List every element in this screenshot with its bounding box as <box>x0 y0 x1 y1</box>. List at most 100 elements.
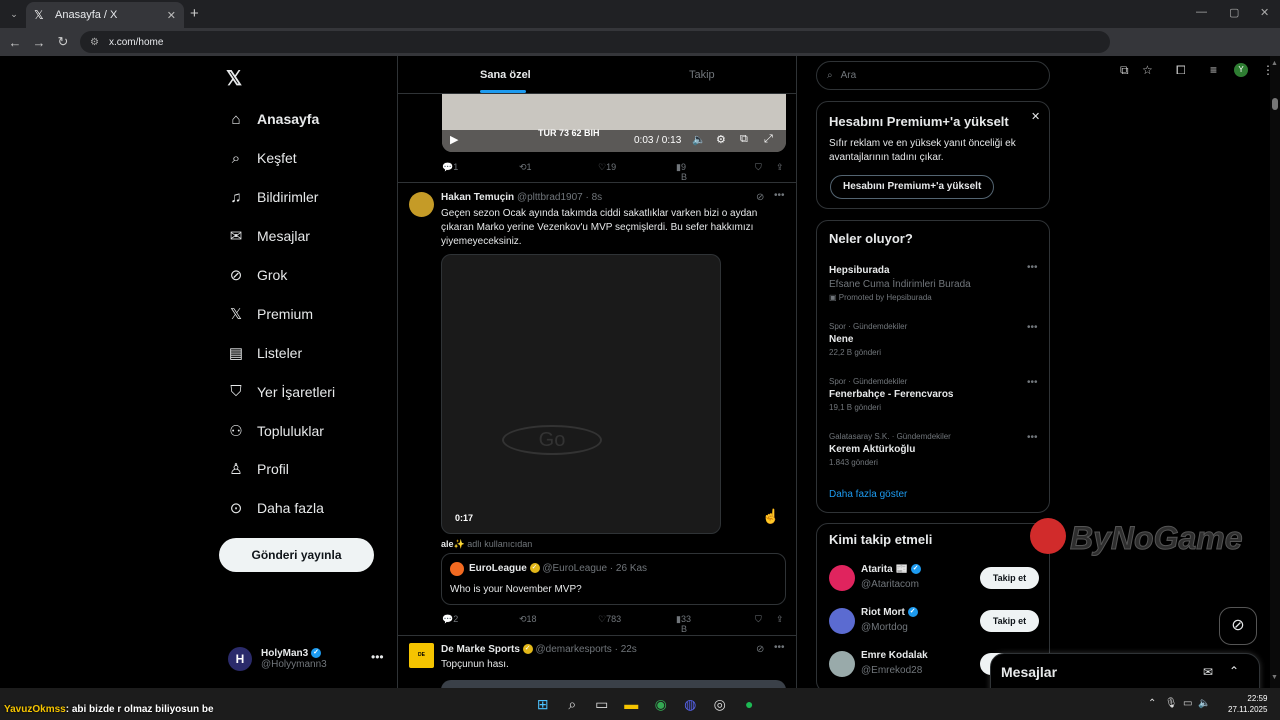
tab-for-you[interactable]: Sana özel <box>480 69 531 81</box>
follow-button[interactable]: Takip et <box>980 610 1039 632</box>
fullscreen-icon[interactable]: ⤢ <box>764 133 773 146</box>
bookmark-star-icon[interactable]: ☆ <box>1142 63 1153 77</box>
nav-item-search[interactable]: ⌕ Keşfet <box>226 139 335 178</box>
obs-icon[interactable]: ◎ <box>705 696 735 713</box>
share-icon[interactable]: ⇪ <box>776 614 784 625</box>
like-button[interactable]: ♡ 783 <box>598 614 621 625</box>
nav-item-bell[interactable]: ♫ Bildirimler <box>226 178 335 217</box>
chrome-icon[interactable]: ◉ <box>646 696 676 713</box>
like-button[interactable]: ♡ 19 <box>598 162 616 173</box>
extensions-icon[interactable]: ⧠ <box>1176 63 1186 78</box>
back-icon[interactable]: ← <box>3 35 27 50</box>
scroll-down-icon[interactable]: ▼ <box>1271 674 1278 681</box>
new-tab-button[interactable]: + <box>190 5 199 22</box>
grok-icon[interactable]: ⊘ <box>756 192 764 203</box>
tab-search-icon[interactable]: ⌄ <box>6 6 22 22</box>
quoted-tweet[interactable]: EuroLeague ✓ @EuroLeague · 26 Kas Who is… <box>441 553 786 605</box>
more-dots-icon[interactable]: ••• <box>774 190 785 201</box>
post-button[interactable]: Gönderi yayınla <box>219 538 374 572</box>
search-icon[interactable]: ⌕ <box>558 696 588 713</box>
author-name[interactable]: De Marke Sports <box>441 644 520 655</box>
pip-icon[interactable]: ⧉ <box>740 133 748 146</box>
settings-icon[interactable]: ⚙ <box>716 133 726 146</box>
trend-item[interactable]: Galatasaray S.K. · Gündemdekiler Kerem A… <box>829 432 1039 467</box>
reply-button[interactable]: 💬 2 <box>442 614 458 625</box>
url-bar[interactable]: ⚙ x.com/home <box>80 31 1110 53</box>
follow-suggestion[interactable]: Atarita 📰 ✓ @Ataritacom Takip et <box>829 564 1044 594</box>
views-button[interactable]: ▮ 9 B <box>676 162 687 182</box>
trend-item[interactable]: Spor · Gündemdekiler Nene 22,2 B gönderi… <box>829 322 1039 357</box>
media-control-icon[interactable]: ≡ <box>1210 63 1217 77</box>
maximize-icon[interactable]: ▢ <box>1229 6 1239 19</box>
nav-item-grok[interactable]: ⊘ Grok <box>226 256 335 295</box>
browser-tab[interactable]: 𝕏 Anasayfa / X ✕ <box>26 2 184 28</box>
scroll-thumb[interactable] <box>1272 98 1278 110</box>
premium-upgrade-button[interactable]: Hesabını Premium+'a yükselt <box>830 175 995 199</box>
profile-avatar[interactable]: Y <box>1234 63 1248 77</box>
spotify-icon[interactable]: ● <box>735 696 765 713</box>
volume-icon[interactable]: 🔈 <box>1198 698 1210 709</box>
more-dots-icon[interactable]: ••• <box>1027 262 1038 273</box>
avatar[interactable] <box>829 608 855 634</box>
reload-icon[interactable]: ↻ <box>51 34 75 50</box>
play-icon[interactable]: ▶ <box>450 133 458 146</box>
close-window-icon[interactable]: ✕ <box>1260 6 1269 19</box>
scroll-up-icon[interactable]: ▲ <box>1271 60 1278 67</box>
messages-dock[interactable]: Mesajlar ✉ ⌃ <box>990 653 1260 693</box>
clock[interactable]: 22:59 27.11.2025 <box>1228 693 1267 715</box>
minimize-icon[interactable]: — <box>1196 6 1207 18</box>
more-dots-icon[interactable]: ••• <box>774 642 785 653</box>
account-switcher[interactable]: H HolyMan3 ✓ @Holyymann3 ••• <box>228 644 388 674</box>
close-icon[interactable]: ✕ <box>1031 110 1040 123</box>
bookmark-icon[interactable]: ⛉ <box>755 614 762 625</box>
retweet-button[interactable]: ⟲ 1 <box>519 162 532 173</box>
follow-suggestion[interactable]: Riot Mort ✓ @Mortdog Takip et <box>829 607 1044 637</box>
video-player[interactable]: ▶ TUR 73 62 BIH 0:03 / 0:13 🔈 ⚙ ⧉ ⤢ <box>442 94 786 152</box>
author-name[interactable]: Hakan Temuçin <box>441 192 514 203</box>
grok-fab-button[interactable]: ⊘ <box>1219 607 1257 645</box>
more-dots-icon[interactable]: ••• <box>371 650 384 664</box>
nav-item-profile[interactable]: ♙ Profil <box>226 450 335 489</box>
video-player[interactable]: Go 0:17 <box>441 254 721 534</box>
trend-item[interactable]: Hepsiburada Efsane Cuma İndirimleri Bura… <box>829 262 1039 302</box>
search-input[interactable]: ⌕ Ara <box>816 61 1050 90</box>
network-icon[interactable]: ▭ <box>1183 698 1192 709</box>
bookmark-icon[interactable]: ⛉ <box>755 162 762 173</box>
x-logo-icon[interactable]: 𝕏 <box>226 66 242 91</box>
nav-item-bookmark[interactable]: ⛉ Yer İşaretleri <box>226 372 335 411</box>
follow-button[interactable]: Takip et <box>980 567 1039 589</box>
avatar[interactable] <box>829 651 855 677</box>
more-dots-icon[interactable]: ••• <box>1027 432 1038 443</box>
nav-item-mail[interactable]: ✉ Mesajlar <box>226 217 335 256</box>
forward-icon[interactable]: → <box>27 35 51 50</box>
views-button[interactable]: ▮ 33 B <box>676 614 691 634</box>
nav-item-x-premium[interactable]: 𝕏 Premium <box>226 294 335 333</box>
microphone-icon[interactable]: 🎙 <box>1165 698 1178 709</box>
tab-following[interactable]: Takip <box>689 69 715 81</box>
site-info-icon[interactable]: ⚙ <box>90 37 99 48</box>
discord-icon[interactable]: ◍ <box>676 696 706 713</box>
nav-item-more-circle[interactable]: ⊙ Daha fazla <box>226 489 335 528</box>
mute-icon[interactable]: 🔈 <box>692 133 706 146</box>
tweet-time[interactable]: 22s <box>621 644 637 655</box>
install-app-icon[interactable]: ⧉ <box>1120 63 1129 78</box>
reply-button[interactable]: 💬 1 <box>442 162 458 173</box>
file-explorer-icon[interactable]: ▬ <box>617 696 647 713</box>
more-dots-icon[interactable]: ••• <box>1027 377 1038 388</box>
nav-item-communities[interactable]: ⚇ Topluluklar <box>226 411 335 450</box>
retweet-button[interactable]: ⟲ 18 <box>519 614 537 625</box>
tray-chevron-icon[interactable]: ⌃ <box>1148 698 1156 709</box>
grok-icon[interactable]: ⊘ <box>756 644 764 655</box>
new-message-icon[interactable]: ✉ <box>1203 665 1213 679</box>
trend-item[interactable]: Spor · Gündemdekiler Fenerbahçe - Ferenc… <box>829 377 1039 412</box>
nav-item-home[interactable]: ⌂ Anasayfa <box>226 100 335 139</box>
media-preview[interactable] <box>441 680 786 688</box>
show-more-link[interactable]: Daha fazla göster <box>829 489 907 500</box>
author-handle[interactable]: @demarkesports <box>535 644 611 655</box>
start-icon[interactable]: ⊞ <box>528 696 558 713</box>
share-icon[interactable]: ⇪ <box>776 162 784 173</box>
tweet-time[interactable]: 8s <box>592 192 603 203</box>
avatar[interactable]: DE MARKE <box>409 643 434 683</box>
avatar[interactable] <box>829 565 855 591</box>
page-scrollbar[interactable]: ▲ ▼ <box>1270 56 1280 688</box>
